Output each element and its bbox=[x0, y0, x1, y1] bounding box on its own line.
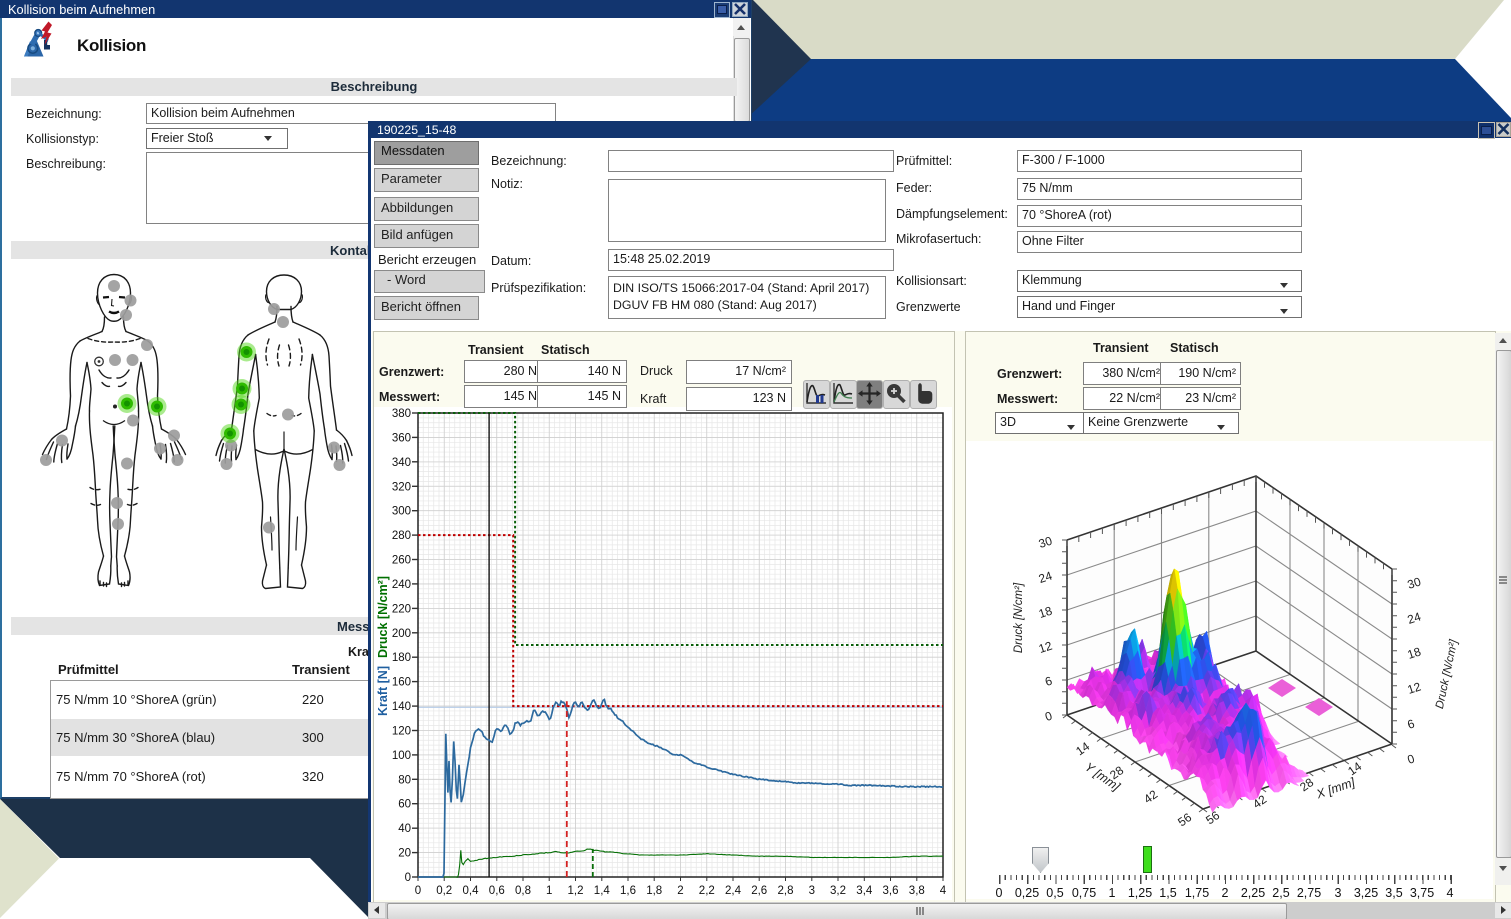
svg-text:280: 280 bbox=[392, 530, 411, 542]
svg-text:0,6: 0,6 bbox=[489, 885, 505, 897]
svg-text:60: 60 bbox=[398, 799, 411, 811]
svg-text:1,2: 1,2 bbox=[568, 885, 584, 897]
svg-text:Druck [N/cm²]: Druck [N/cm²] bbox=[1013, 582, 1025, 653]
svg-text:0: 0 bbox=[405, 872, 411, 884]
svg-text:0,2: 0,2 bbox=[436, 885, 452, 897]
svg-text:1,8: 1,8 bbox=[646, 885, 662, 897]
svg-text:4: 4 bbox=[940, 885, 947, 897]
svg-text:200: 200 bbox=[392, 628, 411, 640]
svg-text:100: 100 bbox=[392, 750, 411, 762]
svg-text:0,8: 0,8 bbox=[515, 885, 531, 897]
svg-text:140: 140 bbox=[392, 701, 411, 713]
svg-text:1,4: 1,4 bbox=[594, 885, 611, 897]
svg-text:300: 300 bbox=[392, 506, 411, 518]
svg-text:40: 40 bbox=[398, 823, 411, 835]
svg-text:Druck [N/cm²]: Druck [N/cm²] bbox=[376, 576, 390, 658]
svg-text:380: 380 bbox=[392, 408, 411, 420]
svg-text:2,6: 2,6 bbox=[751, 885, 767, 897]
svg-text:2,4: 2,4 bbox=[725, 885, 742, 897]
svg-text:3,4: 3,4 bbox=[856, 885, 873, 897]
svg-text:220: 220 bbox=[392, 603, 411, 615]
svg-text:1: 1 bbox=[546, 885, 552, 897]
svg-text:1,6: 1,6 bbox=[620, 885, 636, 897]
svg-text:340: 340 bbox=[392, 457, 411, 469]
svg-text:0,4: 0,4 bbox=[463, 885, 480, 897]
svg-text:0: 0 bbox=[415, 885, 421, 897]
svg-text:160: 160 bbox=[392, 677, 411, 689]
svg-text:2: 2 bbox=[677, 885, 683, 897]
svg-text:3,6: 3,6 bbox=[883, 885, 899, 897]
svg-text:20: 20 bbox=[398, 848, 411, 860]
svg-text:320: 320 bbox=[392, 481, 411, 493]
svg-text:2,2: 2,2 bbox=[699, 885, 715, 897]
svg-text:80: 80 bbox=[398, 774, 411, 786]
svg-text:260: 260 bbox=[392, 555, 411, 567]
svg-text:120: 120 bbox=[392, 726, 411, 738]
svg-text:240: 240 bbox=[392, 579, 411, 591]
svg-text:3: 3 bbox=[809, 885, 815, 897]
svg-text:3,2: 3,2 bbox=[830, 885, 846, 897]
svg-text:Kraft [N]: Kraft [N] bbox=[376, 666, 390, 716]
svg-text:2,8: 2,8 bbox=[778, 885, 794, 897]
svg-text:360: 360 bbox=[392, 432, 411, 444]
svg-text:3,8: 3,8 bbox=[909, 885, 925, 897]
svg-text:180: 180 bbox=[392, 652, 411, 664]
